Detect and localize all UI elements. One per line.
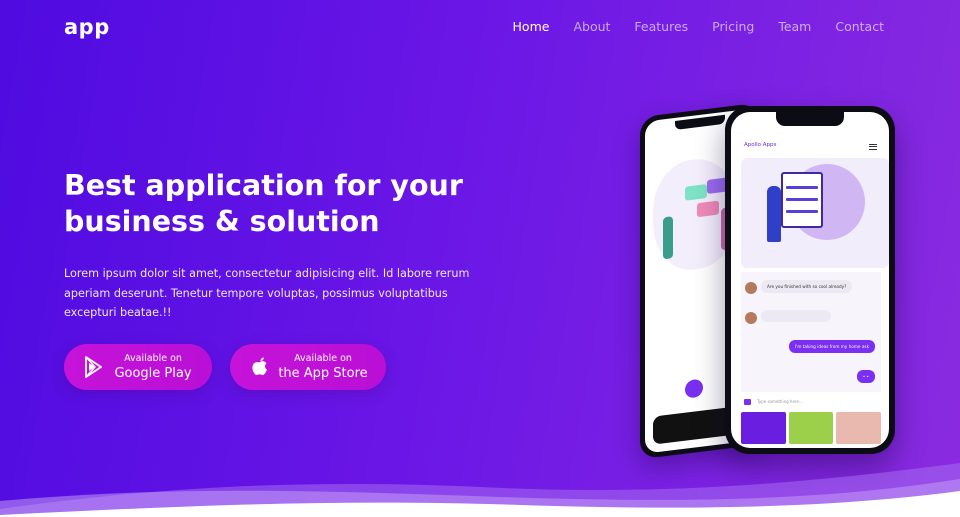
- illustration-person: [663, 216, 673, 260]
- app-store-text: Available on the App Store: [272, 353, 386, 382]
- chat-message-out: • •: [856, 370, 875, 383]
- hero-headline: Best application for your business & sol…: [64, 168, 504, 240]
- phone-front-notch: [776, 112, 844, 126]
- nav-item-team[interactable]: Team: [778, 19, 811, 34]
- photo-thumbnails: [741, 412, 882, 444]
- hero-section: app Home About Features Pricing Team Con…: [0, 0, 960, 517]
- nav-item-contact[interactable]: Contact: [835, 19, 884, 34]
- nav-item-about[interactable]: About: [573, 19, 610, 34]
- nav-item-features[interactable]: Features: [634, 19, 688, 34]
- main-nav: Home About Features Pricing Team Contact: [489, 19, 884, 34]
- checklist-line: [786, 186, 818, 189]
- avatar: [745, 282, 757, 294]
- phone-back-notch: [675, 114, 725, 130]
- nav-item-home[interactable]: Home: [513, 19, 550, 34]
- hamburger-icon: [869, 144, 877, 150]
- chat-message-in: Are you finished with so cool already?: [761, 280, 853, 293]
- hero-description: Lorem ipsum dolor sit amet, consectetur …: [64, 267, 470, 319]
- google-play-small-label: Available on: [124, 352, 182, 364]
- chat-panel: Are you finished with so cool already? I…: [741, 272, 881, 392]
- mockup-app-title: Apollo Apps: [744, 142, 777, 148]
- checklist-line: [786, 210, 818, 213]
- app-store-label: the App Store: [278, 365, 368, 381]
- chat-message-out: I'm taking ideas from my home ask: [788, 340, 875, 353]
- google-play-button[interactable]: Available on Google Play: [64, 344, 212, 390]
- thumbnail: [788, 412, 834, 444]
- avatar: [745, 312, 757, 324]
- message-input: Type something here...: [757, 399, 803, 404]
- logo[interactable]: app: [64, 15, 110, 39]
- headline-line-1: Best application for your: [64, 169, 463, 202]
- google-play-icon: [82, 355, 106, 379]
- apple-icon: [248, 355, 272, 379]
- audio-message: [761, 310, 831, 322]
- bottom-wave: [0, 463, 960, 517]
- app-store-small-label: Available on: [294, 352, 352, 364]
- play-icon: [685, 378, 703, 399]
- headline-line-2: business & solution: [64, 205, 380, 238]
- app-store-button[interactable]: Available on the App Store: [230, 344, 386, 390]
- illustration-card: [697, 200, 719, 218]
- google-play-text: Available on Google Play: [106, 353, 212, 382]
- checklist-line: [786, 198, 818, 201]
- illustration-card: [685, 184, 707, 201]
- thumbnail: [836, 412, 882, 444]
- phone-front-screen: Apollo Apps Are you finished with so coo…: [731, 112, 889, 448]
- google-play-label: Google Play: [114, 365, 192, 381]
- phone-mockup-front: Apollo Apps Are you finished with so coo…: [725, 106, 895, 454]
- thumbnail: [741, 412, 786, 444]
- nav-item-pricing[interactable]: Pricing: [712, 19, 754, 34]
- illustration-person: [767, 186, 781, 242]
